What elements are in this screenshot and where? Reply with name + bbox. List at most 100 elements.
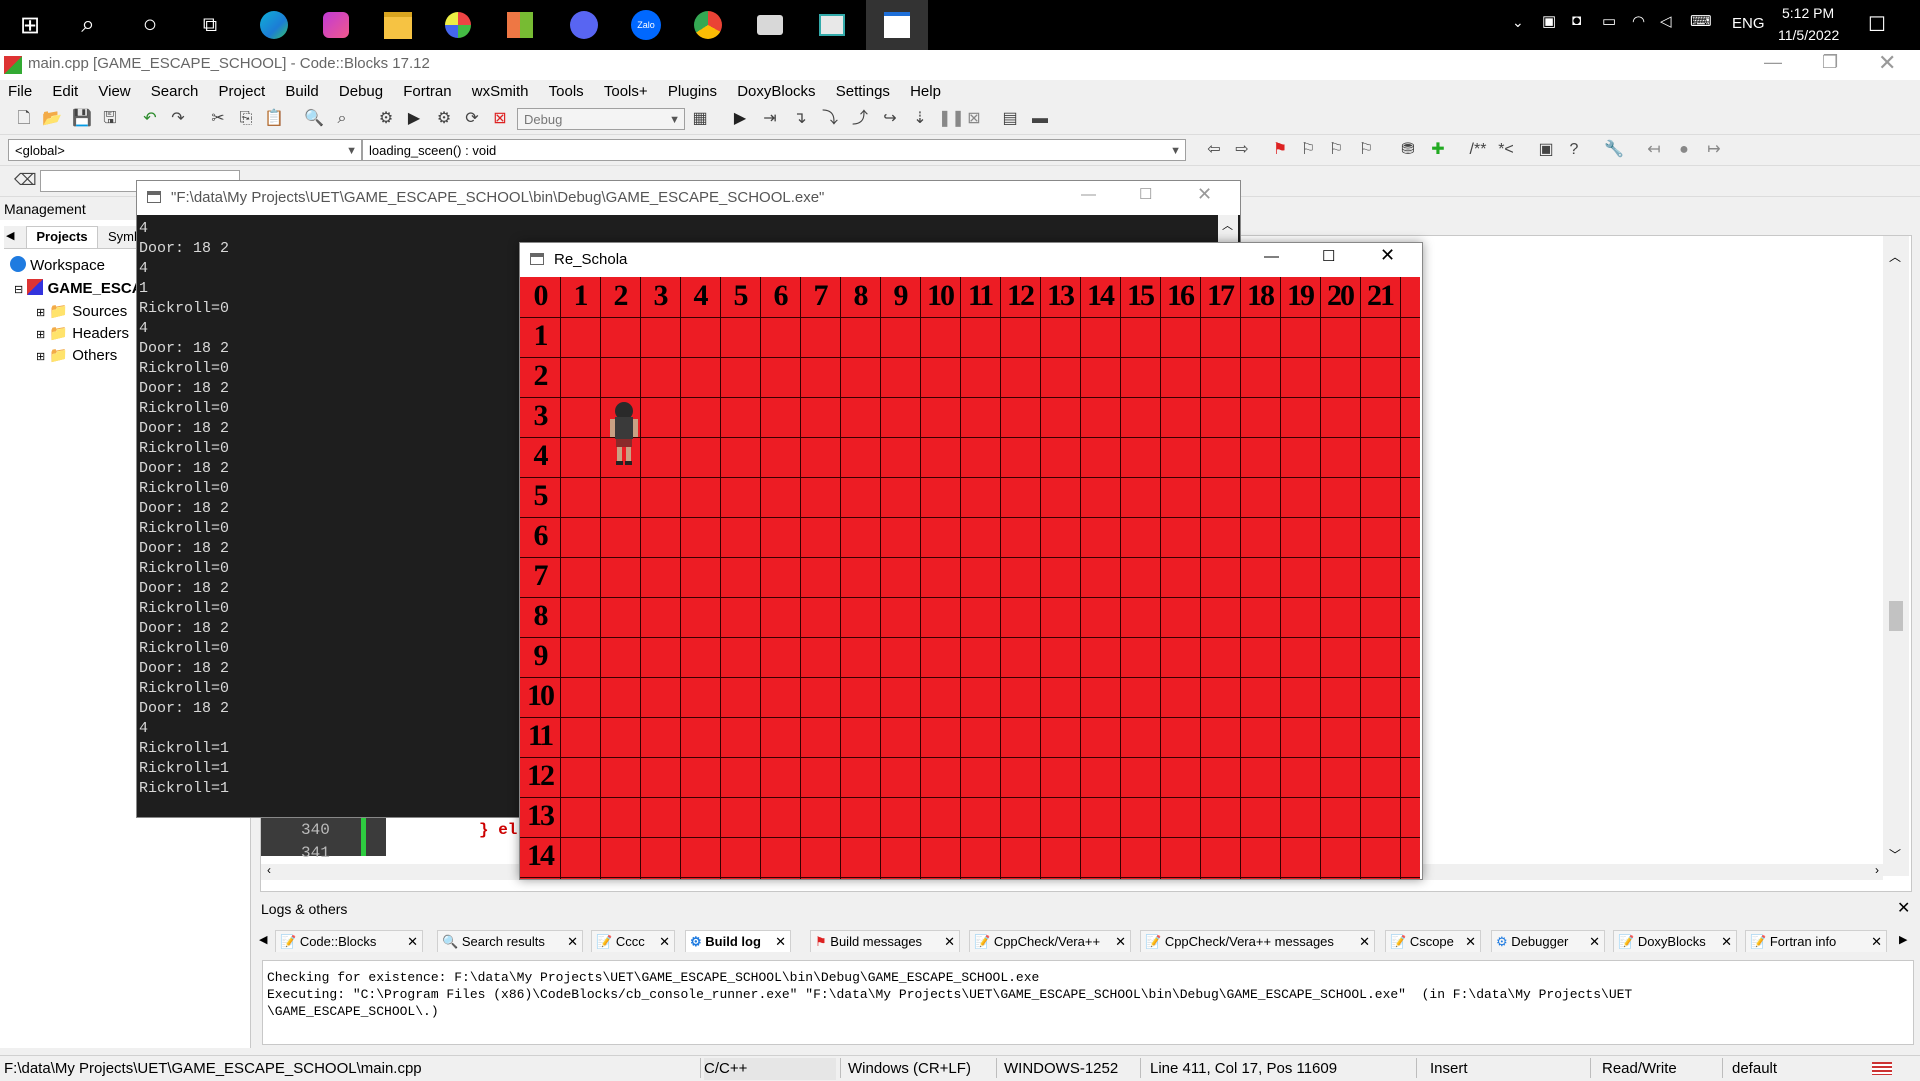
minimize-icon[interactable]: — [1764, 52, 1782, 73]
tab-scroll-left-icon[interactable]: ◀ [6, 229, 14, 242]
clock-time[interactable]: 5:12 PM [1782, 5, 1834, 21]
tab-build-messages[interactable]: ⚑ Build messages ✕ [810, 930, 960, 952]
office-icon[interactable] [502, 7, 538, 43]
edge-icon[interactable] [256, 7, 292, 43]
build-run-icon[interactable]: ⚙ [434, 109, 454, 129]
tab-projects[interactable]: Projects [26, 226, 98, 248]
zalo-icon[interactable]: Zalo [628, 7, 664, 43]
fortran-dot-icon[interactable]: ● [1674, 140, 1694, 160]
jump-forward-icon[interactable]: ⇨ [1232, 140, 1252, 160]
menu-settings[interactable]: Settings [828, 80, 898, 100]
windows-start-icon[interactable]: ⊞ [12, 7, 48, 43]
tab-scroll-left-icon[interactable]: ◀ [259, 933, 267, 946]
save-icon[interactable]: 💾 [72, 109, 92, 129]
scroll-thumb[interactable] [1889, 601, 1903, 631]
close-icon[interactable]: ✕ [1380, 245, 1395, 266]
keyboard-icon[interactable]: ⌨ [1690, 12, 1712, 30]
maximize-icon[interactable]: ☐ [1139, 185, 1152, 203]
discord-icon[interactable] [566, 7, 602, 43]
close-icon[interactable]: ✕ [1721, 931, 1732, 953]
close-icon[interactable]: ✕ [407, 931, 418, 953]
tab-cccc[interactable]: 📝 Cccc ✕ [591, 930, 675, 952]
wifi-icon[interactable]: ◠ [1632, 12, 1645, 30]
menu-project[interactable]: Project [211, 80, 274, 100]
clear-search-icon[interactable]: ⌫ [14, 171, 37, 191]
new-file-icon[interactable]: 🗋 [14, 109, 34, 129]
prev-bookmark-icon[interactable]: ⚐ [1298, 140, 1318, 160]
menu-doxyblocks[interactable]: DoxyBlocks [729, 80, 823, 100]
clear-bookmarks-icon[interactable]: ⚐ [1356, 140, 1376, 160]
open-icon[interactable]: 📂 [42, 109, 62, 129]
debug-windows-icon[interactable]: ▤ [1000, 109, 1020, 129]
copy-icon[interactable]: ⎘ [236, 109, 256, 129]
close-icon[interactable]: ✕ [1878, 50, 1896, 76]
tab-fortran-info[interactable]: 📝 Fortran info ✕ [1745, 930, 1887, 952]
tab-scroll-right-icon[interactable]: ▶ [1899, 933, 1907, 946]
save-all-icon[interactable]: 🖫 [100, 109, 120, 129]
find-icon[interactable]: 🔍 [304, 109, 324, 129]
restore-icon[interactable]: ❐ [1822, 52, 1838, 73]
scroll-up-icon[interactable]: ︿ [1889, 248, 1901, 265]
chevron-up-icon[interactable]: ⌄ [1512, 14, 1524, 31]
menu-fortran[interactable]: Fortran [395, 80, 459, 100]
messenger-icon[interactable] [318, 7, 354, 43]
tree-folder-headers[interactable]: ⊞ 📁 Headers [36, 324, 129, 342]
line-comment-icon[interactable]: *< [1496, 140, 1516, 160]
block-comment-icon[interactable]: /** [1468, 140, 1488, 160]
next-line-icon[interactable]: ↴ [790, 109, 810, 129]
tab-doxyblocks[interactable]: 📝 DoxyBlocks ✕ [1613, 930, 1737, 952]
cortana-icon[interactable]: ○ [132, 7, 168, 43]
paint-icon[interactable] [440, 7, 476, 43]
minimize-icon[interactable]: — [1081, 186, 1096, 203]
game-grid[interactable]: 0 1 2 3 4 5 6 7 8 9 10 11 12 13 14 15 16 17 18 19 20 21 1 2 3 4 5 6… [520, 277, 1420, 879]
debug-start-icon[interactable]: ▶ [730, 109, 750, 129]
scroll-down-icon[interactable]: ﹀ [1889, 846, 1901, 863]
close-icon[interactable]: ✕ [944, 931, 955, 953]
undo-icon[interactable]: ↶ [140, 109, 160, 129]
run-icon[interactable]: ▶ [404, 109, 424, 129]
close-icon[interactable]: ✕ [1115, 931, 1126, 953]
tree-project[interactable]: ⊟ GAME_ESCA [14, 279, 143, 297]
redo-icon[interactable]: ↷ [168, 109, 188, 129]
menu-wxsmith[interactable]: wxSmith [464, 80, 537, 100]
menu-help[interactable]: Help [902, 80, 949, 100]
menu-plugins[interactable]: Plugins [660, 80, 725, 100]
abort-icon[interactable]: ⊠ [490, 109, 510, 129]
doxy-html-icon[interactable]: ▣ [1536, 140, 1556, 160]
monitor-icon[interactable] [814, 7, 850, 43]
codeblocks-task-icon[interactable] [866, 0, 928, 50]
menu-tools-plus[interactable]: Tools+ [596, 80, 656, 100]
tab-debugger[interactable]: ⚙ Debugger ✕ [1491, 930, 1605, 952]
maximize-icon[interactable]: ☐ [1322, 247, 1335, 265]
scroll-left-icon[interactable]: ‹ [267, 863, 271, 877]
tab-cscope[interactable]: 📝 Cscope ✕ [1385, 930, 1481, 952]
close-icon[interactable]: ✕ [1197, 184, 1212, 205]
step-out-icon[interactable]: ⤴ [850, 109, 870, 129]
doxy-wizard-icon[interactable]: ⛃ [1398, 140, 1418, 160]
next-instruction-icon[interactable]: ↪ [880, 109, 900, 129]
break-icon[interactable]: ❚❚ [938, 109, 965, 129]
fortran-back-icon[interactable]: ↤ [1644, 140, 1664, 160]
close-icon[interactable]: ✕ [1465, 931, 1476, 953]
bookmark-icon[interactable]: ⚑ [1270, 140, 1290, 160]
close-icon[interactable]: ✕ [1871, 931, 1882, 953]
close-icon[interactable]: ✕ [659, 931, 670, 953]
run-to-cursor-icon[interactable]: ⇥ [760, 109, 780, 129]
close-icon[interactable]: ✕ [567, 931, 578, 953]
step-into-instruction-icon[interactable]: ⇣ [910, 109, 930, 129]
close-icon[interactable]: ✕ [775, 931, 786, 953]
editor-vscrollbar[interactable] [1883, 236, 1909, 876]
app-icon[interactable] [752, 7, 788, 43]
step-into-icon[interactable]: ⤵ [820, 109, 840, 129]
scroll-up-icon[interactable]: ︿ [1222, 217, 1233, 233]
clock-date[interactable]: 11/5/2022 [1778, 27, 1839, 43]
tab-cppcheck-messages[interactable]: 📝 CppCheck/Vera++ messages ✕ [1140, 930, 1375, 952]
notification-icon[interactable]: ☐ [1868, 12, 1886, 37]
menu-build[interactable]: Build [277, 80, 326, 100]
scroll-right-icon[interactable]: › [1875, 863, 1879, 877]
tab-search-results[interactable]: 🔍 Search results ✕ [437, 930, 583, 952]
search-icon[interactable]: ⌕ [70, 7, 106, 43]
close-icon[interactable]: ✕ [1897, 897, 1910, 921]
fortran-forward-icon[interactable]: ↦ [1704, 140, 1724, 160]
paste-icon[interactable]: 📋 [264, 109, 284, 129]
